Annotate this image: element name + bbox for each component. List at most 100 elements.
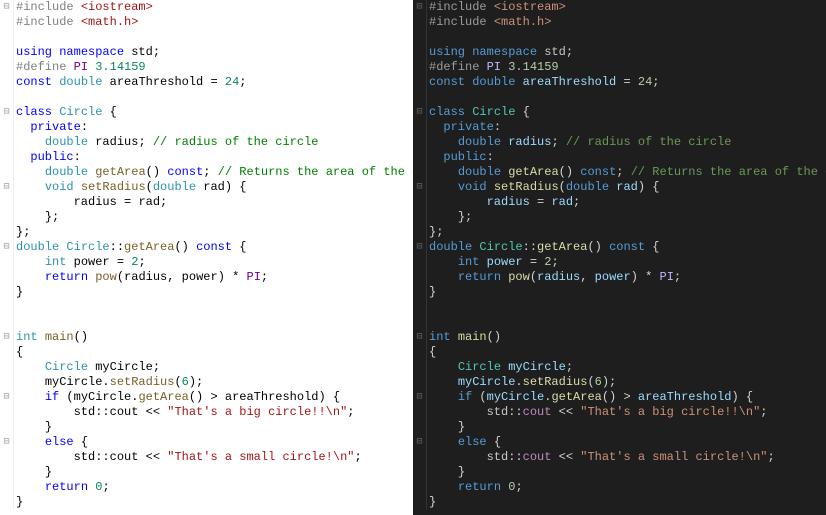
code-text[interactable]	[427, 315, 826, 330]
code-text[interactable]: }	[14, 420, 413, 435]
code-text[interactable]: void setRadius(double rad) {	[14, 180, 413, 195]
code-line[interactable]	[0, 30, 413, 45]
code-text[interactable]: }	[14, 285, 413, 300]
code-text[interactable]: return pow(radius, power) * PI;	[14, 270, 413, 285]
code-line[interactable]: return pow(radius, power) * PI;	[413, 270, 826, 285]
code-line[interactable]: private:	[413, 120, 826, 135]
code-text[interactable]: else {	[427, 435, 826, 450]
fold-gutter[interactable]: ⊟	[0, 0, 14, 15]
code-text[interactable]: }	[427, 420, 826, 435]
code-text[interactable]: double radius; // radius of the circle	[14, 135, 413, 150]
code-text[interactable]	[14, 90, 413, 105]
editor-pane-light[interactable]: ⊟#include <iostream>#include <math.h> us…	[0, 0, 413, 515]
code-text[interactable]: double getArea() const; // Returns the a…	[427, 165, 826, 180]
code-line[interactable]: #include <math.h>	[0, 15, 413, 30]
fold-gutter[interactable]: ⊟	[413, 105, 427, 120]
code-line[interactable]: ⊟ else {	[413, 435, 826, 450]
fold-gutter[interactable]: ⊟	[0, 180, 14, 195]
fold-gutter[interactable]: ⊟	[413, 180, 427, 195]
code-line[interactable]: std::cout << "That's a small circle!\n";	[0, 450, 413, 465]
code-text[interactable]: int power = 2;	[14, 255, 413, 270]
code-line[interactable]	[0, 315, 413, 330]
code-text[interactable]: void setRadius(double rad) {	[427, 180, 826, 195]
code-text[interactable]: radius = rad;	[427, 195, 826, 210]
editor-pane-dark[interactable]: ⊟#include <iostream>#include <math.h> us…	[413, 0, 826, 515]
fold-gutter[interactable]: ⊟	[413, 240, 427, 255]
code-text[interactable]: Circle myCircle;	[427, 360, 826, 375]
code-line[interactable]	[0, 90, 413, 105]
code-line[interactable]: myCircle.setRadius(6);	[0, 375, 413, 390]
code-text[interactable]	[427, 30, 826, 45]
code-line[interactable]: return 0;	[413, 480, 826, 495]
code-line[interactable]: };	[413, 225, 826, 240]
code-text[interactable]: {	[427, 345, 826, 360]
code-text[interactable]	[427, 90, 826, 105]
code-text[interactable]: }	[14, 495, 413, 510]
code-text[interactable]: };	[14, 225, 413, 240]
code-text[interactable]	[14, 30, 413, 45]
code-text[interactable]: double Circle::getArea() const {	[14, 240, 413, 255]
code-line[interactable]	[413, 300, 826, 315]
code-line[interactable]: }	[413, 420, 826, 435]
code-text[interactable]: #define PI 3.14159	[427, 60, 826, 75]
code-text[interactable]: }	[427, 465, 826, 480]
fold-gutter[interactable]: ⊟	[413, 435, 427, 450]
code-text[interactable]: #define PI 3.14159	[14, 60, 413, 75]
code-line[interactable]: std::cout << "That's a big circle!!\n";	[413, 405, 826, 420]
code-text[interactable]: #include <iostream>	[427, 0, 826, 15]
fold-gutter[interactable]: ⊟	[0, 435, 14, 450]
code-text[interactable]: class Circle {	[14, 105, 413, 120]
code-line[interactable]: using namespace std;	[0, 45, 413, 60]
code-line[interactable]: private:	[0, 120, 413, 135]
code-text[interactable]: if (myCircle.getArea() > areaThreshold) …	[427, 390, 826, 405]
code-text[interactable]: }	[14, 465, 413, 480]
code-line[interactable]: };	[0, 210, 413, 225]
code-line[interactable]: #define PI 3.14159	[0, 60, 413, 75]
code-line[interactable]: std::cout << "That's a big circle!!\n";	[0, 405, 413, 420]
fold-gutter[interactable]: ⊟	[413, 330, 427, 345]
code-line[interactable]: }	[0, 420, 413, 435]
fold-gutter[interactable]: ⊟	[0, 330, 14, 345]
code-text[interactable]: const double areaThreshold = 24;	[14, 75, 413, 90]
code-line[interactable]	[413, 315, 826, 330]
code-line[interactable]: Circle myCircle;	[0, 360, 413, 375]
code-line[interactable]: ⊟ if (myCircle.getArea() > areaThreshold…	[413, 390, 826, 405]
code-line[interactable]	[413, 90, 826, 105]
code-text[interactable]: std::cout << "That's a small circle!\n";	[14, 450, 413, 465]
code-text[interactable]: double getArea() const; // Returns the a…	[14, 165, 413, 180]
code-text[interactable]: }	[427, 495, 826, 510]
code-text[interactable]: using namespace std;	[14, 45, 413, 60]
code-line[interactable]: ⊟class Circle {	[413, 105, 826, 120]
code-line[interactable]: ⊟ void setRadius(double rad) {	[413, 180, 826, 195]
code-text[interactable]	[14, 315, 413, 330]
code-text[interactable]: private:	[14, 120, 413, 135]
code-line[interactable]: ⊟ if (myCircle.getArea() > areaThreshold…	[0, 390, 413, 405]
fold-gutter[interactable]: ⊟	[413, 390, 427, 405]
code-line[interactable]: };	[0, 225, 413, 240]
code-text[interactable]	[427, 300, 826, 315]
code-line[interactable]: double radius; // radius of the circle	[413, 135, 826, 150]
code-line[interactable]: myCircle.setRadius(6);	[413, 375, 826, 390]
code-text[interactable]: int main()	[14, 330, 413, 345]
code-line[interactable]: #define PI 3.14159	[413, 60, 826, 75]
code-text[interactable]: return 0;	[427, 480, 826, 495]
code-line[interactable]: }	[0, 495, 413, 510]
code-line[interactable]: std::cout << "That's a small circle!\n";	[413, 450, 826, 465]
code-text[interactable]: int power = 2;	[427, 255, 826, 270]
code-text[interactable]: };	[427, 210, 826, 225]
code-text[interactable]	[14, 300, 413, 315]
code-text[interactable]: };	[14, 210, 413, 225]
code-line[interactable]: double getArea() const; // Returns the a…	[0, 165, 413, 180]
code-line[interactable]: ⊟int main()	[413, 330, 826, 345]
code-text[interactable]: std::cout << "That's a big circle!!\n";	[14, 405, 413, 420]
fold-gutter[interactable]: ⊟	[0, 240, 14, 255]
code-line[interactable]: return 0;	[0, 480, 413, 495]
code-text[interactable]: const double areaThreshold = 24;	[427, 75, 826, 90]
code-line[interactable]: double radius; // radius of the circle	[0, 135, 413, 150]
code-line[interactable]: const double areaThreshold = 24;	[0, 75, 413, 90]
code-text[interactable]: }	[427, 285, 826, 300]
code-text[interactable]: double radius; // radius of the circle	[427, 135, 826, 150]
code-text[interactable]: public:	[14, 150, 413, 165]
code-line[interactable]: using namespace std;	[413, 45, 826, 60]
code-text[interactable]: return 0;	[14, 480, 413, 495]
